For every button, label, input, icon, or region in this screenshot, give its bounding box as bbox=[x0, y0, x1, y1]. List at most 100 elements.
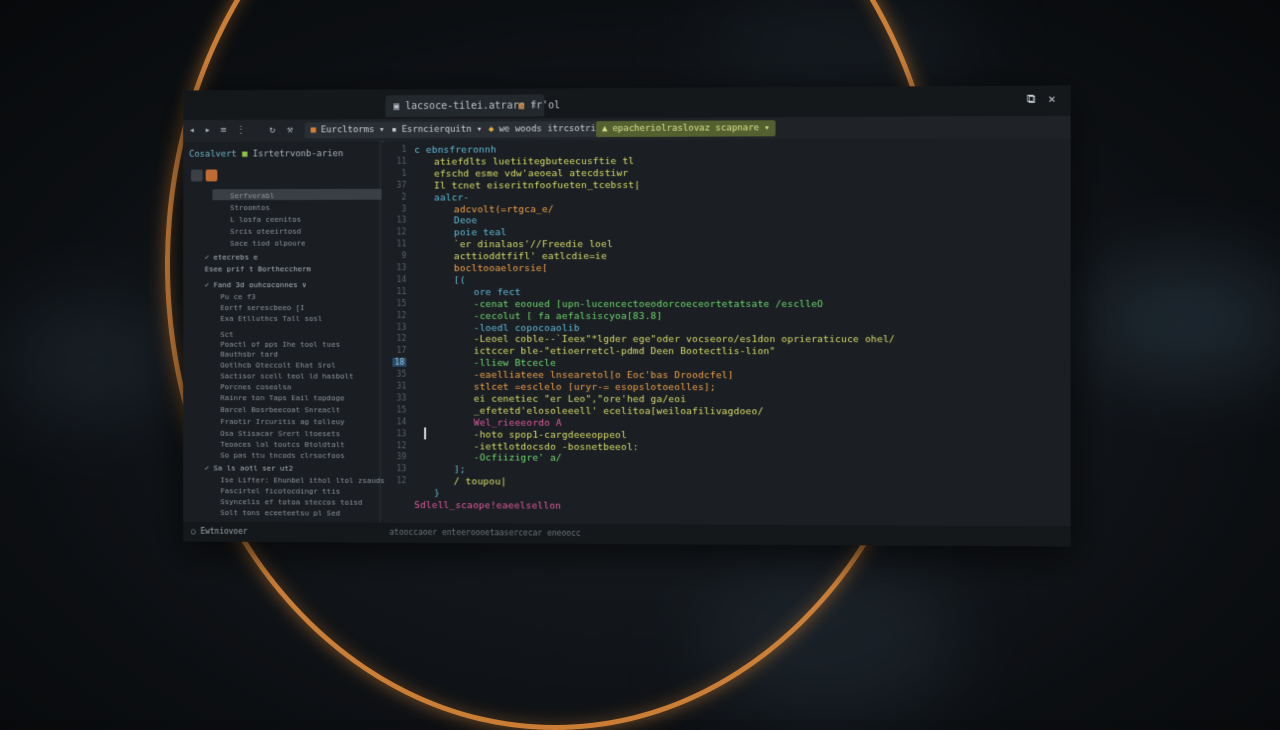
tree-item[interactable]: Sace tiod olpoure bbox=[230, 239, 305, 248]
status-middle: atooccaoer enteeroooetaasercecar eneoocc bbox=[389, 527, 581, 538]
line-number: 13 bbox=[396, 322, 407, 332]
tree-item[interactable]: Eortf serescbeeo [I bbox=[220, 303, 304, 312]
chevron-down-icon: ▾ bbox=[379, 125, 385, 136]
code-line[interactable]: ]; bbox=[454, 465, 466, 476]
code-line[interactable]: Wel_rieeeordo A bbox=[474, 417, 562, 428]
line-number: 14 bbox=[396, 275, 407, 285]
code-line[interactable]: poie teal bbox=[454, 228, 507, 239]
tree-item[interactable]: Solt tons eceeteetsu pl Sed bbox=[220, 508, 340, 518]
code-line[interactable]: `er dinalaos'//Freedie loel bbox=[454, 239, 613, 250]
square-icon: ▪ bbox=[391, 125, 397, 136]
close-window-button[interactable]: ✕ bbox=[1048, 92, 1055, 106]
tree-item[interactable]: Serfvorabl bbox=[230, 191, 274, 200]
code-line[interactable]: -cecolut [ fa aefalsiscyoa[83.8] bbox=[474, 311, 663, 322]
code-line[interactable]: _efetetd'elosoleeell' ecelitoa[weiloafil… bbox=[474, 405, 764, 417]
line-number: 9 bbox=[401, 251, 407, 261]
tree-item[interactable]: Stroomtos bbox=[230, 203, 270, 212]
tree-item[interactable]: Ootlhcb Oteccolt Ehat Srol bbox=[220, 361, 335, 370]
code-line[interactable]: atiefdlts luetiitegbuteecusftie tl bbox=[434, 156, 634, 168]
sidebar-actions bbox=[190, 169, 218, 182]
grid-icon: ▦ bbox=[518, 100, 525, 112]
tree-item[interactable]: Fraotir Ircuritis ag tolleuy bbox=[220, 417, 344, 426]
code-line[interactable]: acttioddtfifl' eatlcdie=ie bbox=[454, 251, 607, 262]
code-line[interactable]: bocltooaelorsie[ bbox=[454, 263, 548, 274]
line-number: 3 bbox=[401, 204, 407, 214]
code-line[interactable]: -Leoel coble--`Ieex"*lgder ege"oder vocs… bbox=[474, 334, 895, 345]
code-line[interactable]: ictccer ble-"etioerretcl-pdmd Deen Boote… bbox=[474, 346, 776, 357]
code-line[interactable]: aalcr- bbox=[434, 192, 469, 203]
tree-item[interactable]: So pas ttu tncods clrsocfoos bbox=[220, 451, 344, 460]
code-line[interactable]: [( bbox=[454, 275, 466, 286]
line-number: 13 bbox=[396, 263, 407, 273]
line-number: 15 bbox=[396, 298, 407, 308]
code-line[interactable]: adcvolt(=rtgca_e/ bbox=[454, 204, 554, 215]
code-line[interactable]: ore fect bbox=[474, 287, 521, 298]
wrench-icon[interactable]: ⚒ bbox=[287, 125, 293, 136]
tree-item[interactable]: Sct bbox=[220, 330, 233, 339]
tree-item[interactable]: ✓ Sa ls aotl ser ut2 bbox=[205, 463, 294, 472]
line-number: 13 bbox=[396, 464, 407, 474]
tree-item[interactable]: Ise Lifter: Ehunbel ithol ltol zsauds bbox=[220, 475, 384, 485]
back-arrow-icon[interactable]: ◂ bbox=[189, 125, 195, 136]
tree-item[interactable]: Osa Stisacar Srert ltoesets bbox=[220, 429, 340, 438]
ide-window: ▣ lacsoce-tilei.atrare × ▦ fr'ol ⧉ ✕ ◂ ▸… bbox=[183, 85, 1071, 547]
tree-item[interactable]: Bauthsbr tard bbox=[220, 350, 278, 359]
line-number: 11 bbox=[396, 156, 407, 166]
tree-item[interactable]: ✓ etecrebs e bbox=[205, 253, 258, 262]
code-line[interactable]: -cenat eooued [upn-lucencectoeodorcoeceo… bbox=[474, 299, 823, 310]
code-line[interactable]: } bbox=[434, 488, 440, 499]
tree-item[interactable]: Teoaces lal toutcs Btoldtalt bbox=[220, 440, 344, 449]
code-line[interactable]: Il tcnet eiseritnfoofueten_tcebsst| bbox=[434, 180, 640, 192]
title-bar: ▣ lacsoce-tilei.atrare × ▦ fr'ol ⧉ ✕ bbox=[183, 85, 1071, 121]
line-number: 2 bbox=[401, 192, 407, 202]
tree-item[interactable]: Fascirtel ficotocdingr ttis bbox=[220, 486, 340, 495]
run-configuration-select[interactable]: ▲ epacheriolraslovaz scapnare ▾ bbox=[596, 120, 776, 138]
code-line[interactable]: -Ocfiizigre' a/ bbox=[474, 453, 562, 464]
code-line[interactable]: Sdlell_scaope!eaeelsellon bbox=[414, 500, 561, 512]
tree-item[interactable]: Exa Etlluthcs Tall sosl bbox=[220, 314, 322, 323]
tree-item[interactable]: Barcel Bosrbeecoat Snreaclt bbox=[220, 405, 340, 414]
tree-item[interactable]: Srcis oteeirtosd bbox=[230, 227, 301, 236]
code-line[interactable]: -eaelliateee lnsearetol[o Eoc'bas Droodc… bbox=[474, 370, 734, 381]
line-number: 12 bbox=[396, 310, 407, 320]
code-editor[interactable]: 1 11 1 37 2 3 13 12 11 9 13 14 11 15 12 13 12 17 18 35 31 33 1… bbox=[384, 138, 1071, 527]
code-line[interactable]: stlcet =esclelo [uryr-= esopslotoeolles]… bbox=[474, 382, 716, 393]
code-line[interactable]: -lliew Btcecle bbox=[474, 358, 556, 369]
package-icon: ■ bbox=[310, 125, 316, 136]
tree-item[interactable]: Rainre ton Taps Eail topdoge bbox=[220, 393, 344, 402]
code-line[interactable]: -loedl copocoaolib bbox=[474, 322, 580, 333]
toolbar-dropdown-2[interactable]: ▪ Esrncierquitn ▾ bbox=[385, 121, 488, 139]
status-left[interactable]: ○ Ewtniovoer bbox=[191, 527, 248, 536]
tree-item[interactable]: Pu ce f3 bbox=[220, 292, 255, 301]
code-line[interactable]: -iettlotdocsdo -bosnetbeeol: bbox=[474, 441, 639, 453]
code-line[interactable]: c ebnsfreronnh bbox=[414, 145, 496, 156]
code-line[interactable]: Deoe bbox=[454, 216, 477, 227]
tree-item[interactable]: Esee prif t Bortheccherm bbox=[205, 264, 311, 273]
code-line[interactable]: ei cenetiec "er Leo","ore'hed ga/eoi bbox=[474, 394, 687, 405]
line-number: 15 bbox=[396, 405, 407, 415]
tree-item[interactable]: Sactisor scell teol ld hasbolt bbox=[220, 371, 353, 380]
code-line[interactable]: -hoto spop1-cargdeeeoppeol bbox=[474, 429, 627, 440]
tree-item[interactable]: Porcnes coseolsa bbox=[220, 382, 291, 391]
line-number: 11 bbox=[396, 286, 407, 296]
circle-icon: ○ bbox=[190, 526, 201, 536]
code-line[interactable]: efschd esme vdw'aeoeal atecdstiwr bbox=[434, 168, 628, 180]
code-line[interactable]: / toupou| bbox=[454, 477, 507, 488]
split-icon[interactable]: ⋮ bbox=[236, 125, 246, 136]
menu-icon[interactable]: ≡ bbox=[220, 125, 226, 136]
forward-arrow-icon[interactable]: ▸ bbox=[205, 125, 211, 136]
tab-secondary[interactable]: ▦ fr'ol bbox=[510, 94, 568, 116]
folder-icon: ■ bbox=[242, 149, 253, 160]
tree-item[interactable]: L losfa ceenitos bbox=[230, 215, 301, 224]
restore-window-button[interactable]: ⧉ bbox=[1027, 92, 1036, 107]
settings-icon[interactable] bbox=[205, 169, 218, 182]
tree-item[interactable]: Ssyncelis ef totoa steccos toisd bbox=[220, 497, 362, 507]
refresh-icon[interactable]: ↻ bbox=[269, 125, 275, 136]
tree-item[interactable]: Poactl of pps Ihe tool tues bbox=[220, 340, 340, 349]
toolbar-dropdown-1[interactable]: ■ Eurcltorms ▾ bbox=[304, 122, 391, 139]
line-number: 1 bbox=[401, 144, 407, 154]
tree-item[interactable]: ✓ Fand 3d ouhcoconnes ∨ bbox=[205, 280, 307, 289]
warning-icon: ▲ bbox=[602, 124, 608, 135]
collapse-icon[interactable] bbox=[190, 169, 203, 182]
line-number: 14 bbox=[396, 417, 407, 427]
